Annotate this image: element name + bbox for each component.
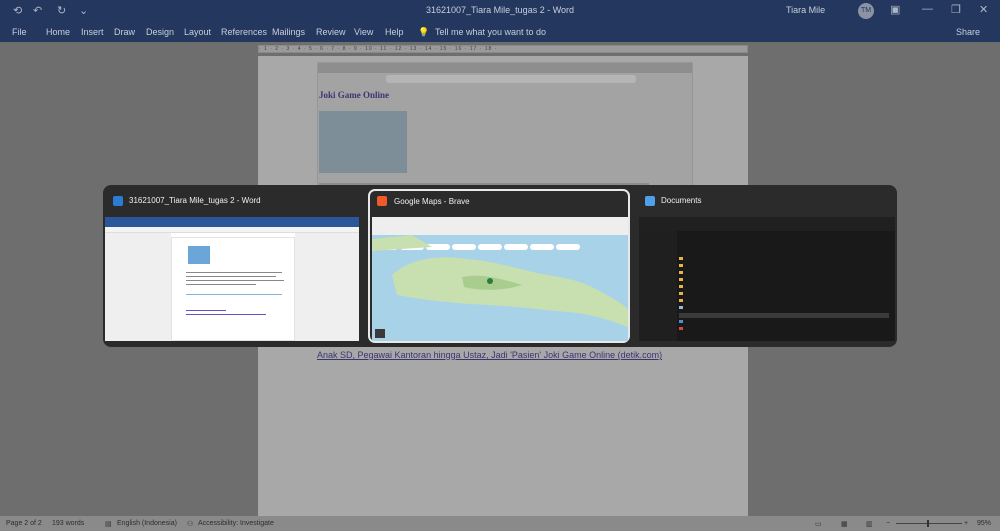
user-name[interactable]: Tiara Mile — [786, 5, 825, 15]
browser-tab-strip — [318, 63, 692, 73]
tell-me-search[interactable]: Tell me what you want to do — [435, 27, 546, 37]
tab-view[interactable]: View — [354, 27, 373, 37]
zoom-in-icon[interactable]: + — [964, 520, 968, 527]
restore-icon[interactable]: ❐ — [951, 3, 961, 16]
explorer-window-thumbnail — [639, 217, 895, 341]
avatar[interactable]: TM — [858, 3, 874, 19]
close-icon[interactable]: ✕ — [979, 3, 988, 16]
ribbon-tabs: File Home Insert Draw Design Layout Refe… — [0, 22, 1000, 42]
embedded-image — [319, 111, 407, 173]
page-count[interactable]: Page 2 of 2 — [6, 520, 42, 527]
accessibility-icon: ⚇ — [187, 521, 194, 528]
document-title: 31621007_Tiara Mile_tugas 2 - Word — [425, 5, 575, 15]
tab-mailings[interactable]: Mailings — [272, 27, 305, 37]
tab-design[interactable]: Design — [146, 27, 174, 37]
switcher-card-brave[interactable]: Google Maps - Brave — [368, 189, 630, 343]
word-count[interactable]: 193 words — [52, 520, 84, 527]
accessibility-status[interactable]: Accessibility: Investigate — [198, 520, 274, 527]
switcher-card-title: Documents — [661, 196, 702, 205]
print-layout-icon[interactable]: ▦ — [841, 520, 848, 528]
file-explorer-icon — [645, 196, 655, 206]
maps-window-thumbnail — [372, 217, 628, 341]
browser-address-bar — [386, 75, 636, 83]
ribbon-display-icon[interactable]: ▣ — [890, 3, 900, 16]
tab-home[interactable]: Home — [46, 27, 70, 37]
embedded-heading: Joki Game Online — [319, 90, 390, 100]
task-switcher: 31621007_Tiara Mile_tugas 2 - Word Googl… — [103, 185, 897, 347]
switcher-card-documents[interactable]: Documents — [639, 189, 895, 343]
tab-layout[interactable]: Layout — [184, 27, 211, 37]
word-window-thumbnail — [105, 217, 359, 341]
article-link[interactable]: Anak SD, Pegawai Kantoran hingga Ustaz, … — [317, 350, 662, 360]
tab-draw[interactable]: Draw — [114, 27, 135, 37]
minimize-icon[interactable]: — — [922, 3, 933, 15]
java-island-map — [372, 235, 628, 338]
brave-app-icon — [377, 196, 387, 206]
title-bar: ⟲ ↶ ↻ ⌄ 31621007_Tiara Mile_tugas 2 - Wo… — [0, 0, 1000, 22]
switcher-card-title: Google Maps - Brave — [394, 197, 470, 206]
proofing-icon[interactable]: ▤ — [105, 520, 112, 528]
zoom-level[interactable]: 95% — [977, 520, 991, 527]
tab-references[interactable]: References — [221, 27, 267, 37]
tab-help[interactable]: Help — [385, 27, 404, 37]
language-indicator[interactable]: English (Indonesia) — [117, 520, 177, 527]
web-layout-icon[interactable]: ▥ — [866, 520, 873, 528]
zoom-out-icon[interactable]: − — [886, 520, 890, 527]
tab-insert[interactable]: Insert — [81, 27, 104, 37]
share-button[interactable]: Share — [956, 27, 980, 37]
status-bar: Page 2 of 2 193 words ▤ English (Indones… — [0, 516, 1000, 531]
switcher-card-title: 31621007_Tiara Mile_tugas 2 - Word — [129, 196, 261, 205]
tab-file[interactable]: File — [12, 27, 27, 37]
zoom-slider-handle[interactable] — [927, 520, 929, 527]
word-app-icon — [113, 196, 123, 206]
lightbulb-icon: 💡 — [418, 27, 430, 37]
read-mode-icon[interactable]: ▭ — [815, 520, 822, 528]
tab-review[interactable]: Review — [316, 27, 346, 37]
zoom-slider[interactable] — [896, 523, 962, 524]
horizontal-ruler[interactable]: · 1 · 2 · 3 · 4 · 5 · 6 · 7 · 8 · 9 · 10… — [258, 45, 748, 53]
switcher-card-word[interactable]: 31621007_Tiara Mile_tugas 2 - Word — [105, 189, 359, 343]
